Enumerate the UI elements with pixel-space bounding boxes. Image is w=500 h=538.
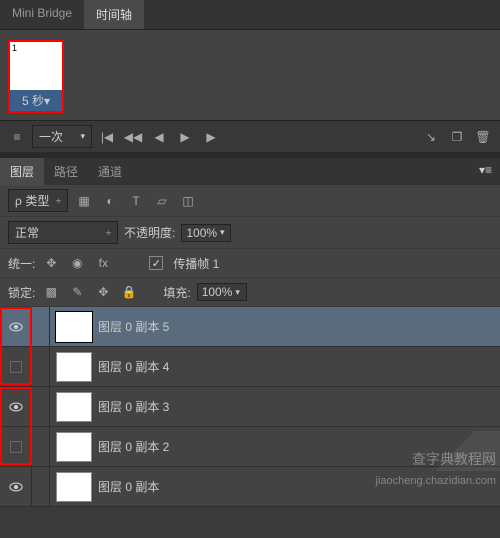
options-icon[interactable]: ≡	[6, 127, 28, 147]
kind-filter[interactable]: ρ 类型÷	[8, 189, 68, 212]
play-icon[interactable]: ▶	[174, 127, 196, 147]
timeline-tabs: Mini Bridge 时间轴	[0, 0, 500, 30]
link-column	[32, 307, 50, 346]
layer-thumbnail[interactable]	[56, 312, 92, 342]
filter-adjust-icon[interactable]: ◐	[100, 191, 120, 211]
propagate-label: 传播帧 1	[173, 255, 219, 272]
watermark-url: jiaocheng.chazidian.com	[376, 475, 496, 487]
filter-type-icon[interactable]: T	[126, 191, 146, 211]
eye-icon	[9, 400, 23, 414]
filter-pixel-icon[interactable]: ▦	[74, 191, 94, 211]
eye-icon	[9, 480, 23, 494]
frame-number: 1	[12, 43, 17, 53]
filter-shape-icon[interactable]: ▱	[152, 191, 172, 211]
unify-visibility-icon[interactable]: ◉	[67, 253, 87, 273]
timeline-frames: 1 5 秒▾	[0, 30, 500, 120]
step-back-icon[interactable]: ◀	[148, 127, 170, 147]
frame-thumbnail: 1	[10, 42, 62, 90]
layer-row[interactable]: 图层 0 副本 4	[0, 347, 500, 387]
opacity-label: 不透明度:	[124, 224, 175, 241]
layer-name[interactable]: 图层 0 副本 5	[98, 318, 500, 335]
visibility-toggle[interactable]	[0, 467, 32, 506]
tween-icon[interactable]: ↘	[420, 127, 442, 147]
lock-label: 锁定:	[8, 284, 35, 301]
layer-row[interactable]: 图层 0 副本 5	[0, 307, 500, 347]
lock-pixels-icon[interactable]: ✎	[67, 282, 87, 302]
new-frame-icon[interactable]: ❐	[446, 127, 468, 147]
chevron-down-icon: ÷	[56, 196, 61, 206]
timeline-panel: Mini Bridge 时间轴 1 5 秒▾ ≡ 一次▾ |◀ ◀◀ ◀ ▶ ▶…	[0, 0, 500, 152]
filter-row: ρ 类型÷ ▦ ◐ T ▱ ◫	[0, 185, 500, 217]
eye-icon	[9, 320, 23, 334]
tab-timeline[interactable]: 时间轴	[84, 0, 144, 29]
loop-select[interactable]: 一次▾	[32, 125, 92, 148]
panel-menu-icon[interactable]: ▾≡	[471, 158, 500, 185]
layer-thumbnail[interactable]	[56, 472, 92, 502]
layer-row[interactable]: 图层 0 副本	[0, 467, 500, 507]
link-column	[32, 427, 50, 466]
blend-mode-select[interactable]: 正常÷	[8, 221, 118, 244]
unify-position-icon[interactable]: ✥	[41, 253, 61, 273]
layer-name[interactable]: 图层 0 副本 4	[98, 358, 500, 375]
prev-frame-icon[interactable]: ◀◀	[122, 127, 144, 147]
fill-label: 填充:	[163, 284, 190, 301]
link-column	[32, 467, 50, 506]
eye-off-icon	[10, 441, 22, 453]
unify-label: 统一:	[8, 255, 35, 272]
visibility-toggle[interactable]	[0, 387, 32, 426]
step-fwd-icon[interactable]: ▶	[200, 127, 222, 147]
link-column	[32, 347, 50, 386]
watermark-text: 查字典教程网	[412, 449, 496, 469]
frame-delay[interactable]: 5 秒▾	[10, 90, 62, 111]
frame-1[interactable]: 1 5 秒▾	[8, 40, 64, 113]
link-column	[32, 387, 50, 426]
unify-row: 统一: ✥ ◉ fx 传播帧 1	[0, 249, 500, 278]
layers-panel: 图层 路径 通道 ▾≡ ρ 类型÷ ▦ ◐ T ▱ ◫ 正常÷ 不透明度: 10…	[0, 158, 500, 507]
tab-layers[interactable]: 图层	[0, 158, 44, 185]
propagate-checkbox[interactable]	[149, 256, 163, 270]
opacity-input[interactable]: 100%▾	[181, 224, 231, 242]
visibility-toggle[interactable]	[0, 347, 32, 386]
delete-frame-icon[interactable]: 🗑	[472, 127, 494, 147]
layer-thumbnail[interactable]	[56, 392, 92, 422]
filter-smart-icon[interactable]: ◫	[178, 191, 198, 211]
timeline-controls: ≡ 一次▾ |◀ ◀◀ ◀ ▶ ▶ ↘ ❐ 🗑	[0, 120, 500, 152]
first-frame-icon[interactable]: |◀	[96, 127, 118, 147]
visibility-toggle[interactable]	[0, 427, 32, 466]
lock-position-icon[interactable]: ✥	[93, 282, 113, 302]
chevron-down-icon: ÷	[106, 228, 111, 238]
lock-transparent-icon[interactable]: ▩	[41, 282, 61, 302]
lock-all-icon[interactable]: 🔒	[119, 282, 139, 302]
layer-name[interactable]: 图层 0 副本 3	[98, 398, 500, 415]
layer-thumbnail[interactable]	[56, 352, 92, 382]
visibility-toggle[interactable]	[0, 307, 32, 346]
tab-paths[interactable]: 路径	[44, 158, 88, 185]
layer-list: 图层 0 副本 5图层 0 副本 4图层 0 副本 3图层 0 副本 2图层 0…	[0, 307, 500, 507]
eye-off-icon	[10, 361, 22, 373]
tab-mini-bridge[interactable]: Mini Bridge	[0, 0, 84, 29]
tab-channels[interactable]: 通道	[88, 158, 132, 185]
layers-tabs: 图层 路径 通道 ▾≡	[0, 158, 500, 185]
layer-row[interactable]: 图层 0 副本 3	[0, 387, 500, 427]
layer-thumbnail[interactable]	[56, 432, 92, 462]
lock-row: 锁定: ▩ ✎ ✥ 🔒 填充: 100%▾	[0, 278, 500, 307]
fill-input[interactable]: 100%▾	[197, 283, 247, 301]
unify-style-icon[interactable]: fx	[93, 253, 113, 273]
blend-row: 正常÷ 不透明度: 100%▾	[0, 217, 500, 249]
chevron-down-icon: ▾	[80, 131, 85, 142]
